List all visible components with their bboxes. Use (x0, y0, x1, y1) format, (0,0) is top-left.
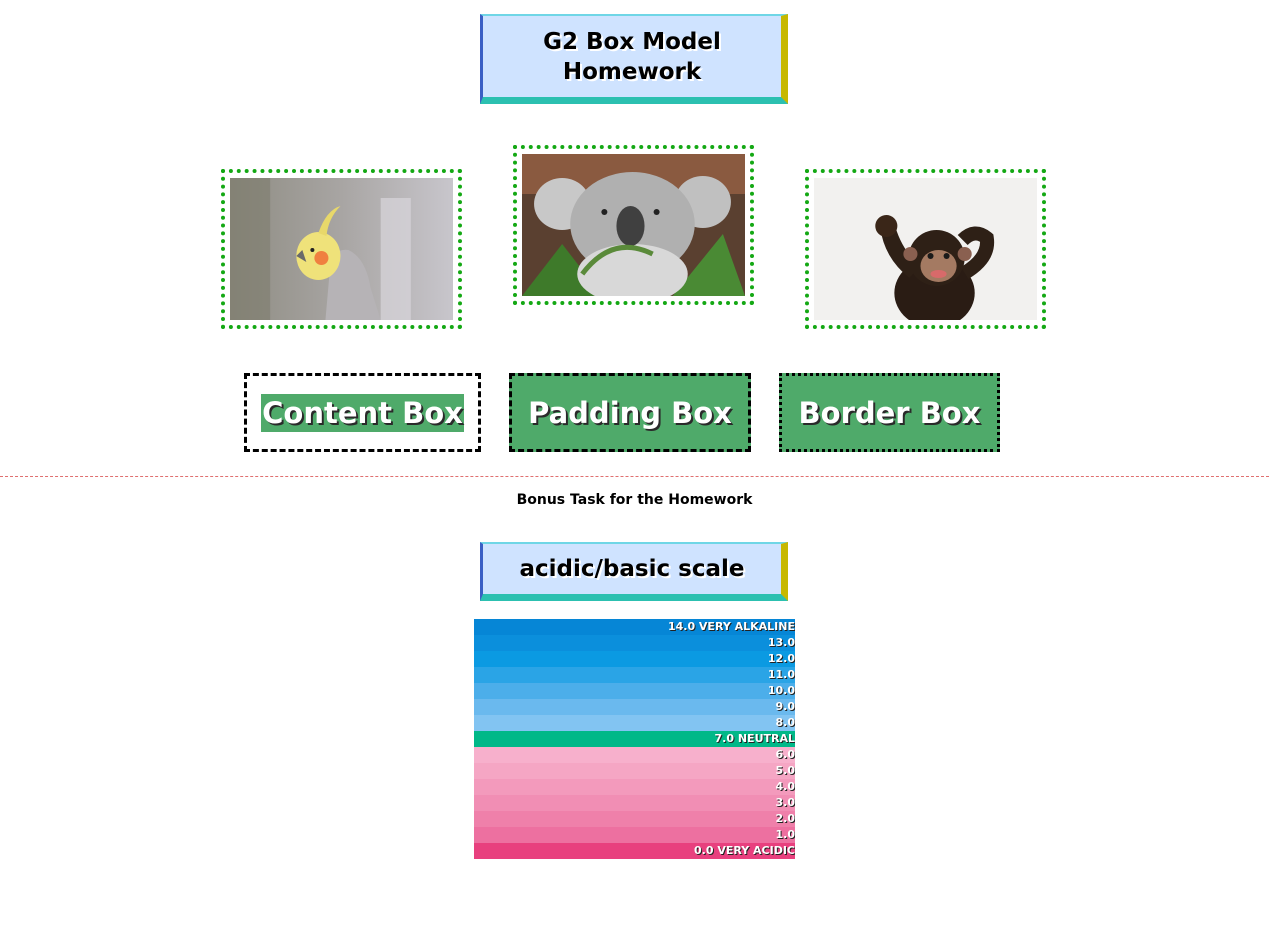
ph-scale-row: 4.0 (474, 779, 795, 795)
ph-scale-row: 9.0 (474, 699, 795, 715)
content-box-label: Content Box (261, 393, 464, 432)
koala-image (522, 154, 745, 296)
ph-scale-row: 12.0 (474, 651, 795, 667)
padding-box: Padding Box (509, 373, 751, 452)
scale-title: acidic/basic scale (519, 556, 745, 582)
ph-scale-row: 5.0 (474, 763, 795, 779)
ph-scale-row: 0.0 VERY ACIDIC (474, 843, 795, 859)
image-frame-chimpanzee (805, 169, 1046, 329)
cockatiel-image (230, 178, 453, 320)
image-frame-koala (513, 145, 754, 305)
ph-scale-row: 10.0 (474, 683, 795, 699)
content-box: Content Box (244, 373, 481, 452)
chimpanzee-image (814, 178, 1037, 320)
page-title-line1: G2 Box Model (543, 28, 721, 55)
page-title-box: G2 Box Model Homework (480, 14, 788, 104)
page-title-line2: Homework (562, 58, 702, 85)
ph-scale-row: 8.0 (474, 715, 795, 731)
image-frame-cockatiel (221, 169, 462, 329)
ph-scale-row: 1.0 (474, 827, 795, 843)
border-box-label: Border Box (798, 395, 981, 430)
ph-scale-row: 3.0 (474, 795, 795, 811)
ph-scale-row: 14.0 VERY ALKALINE (474, 619, 795, 635)
ph-scale-row: 13.0 (474, 635, 795, 651)
ph-scale-row: 2.0 (474, 811, 795, 827)
bonus-task-heading: Bonus Task for the Homework (516, 492, 753, 508)
page-title: G2 Box Model Homework (543, 27, 721, 87)
section-divider (0, 476, 1269, 477)
ph-scale-row: 6.0 (474, 747, 795, 763)
border-box: Border Box (779, 373, 1000, 452)
ph-scale-row: 7.0 NEUTRAL (474, 731, 795, 747)
ph-scale-row: 11.0 (474, 667, 795, 683)
ph-scale: 14.0 VERY ALKALINE 13.0 12.0 11.0 10.0 9.0 8.0… (474, 619, 795, 859)
scale-title-box: acidic/basic scale (480, 542, 788, 601)
padding-box-label: Padding Box (528, 395, 732, 430)
